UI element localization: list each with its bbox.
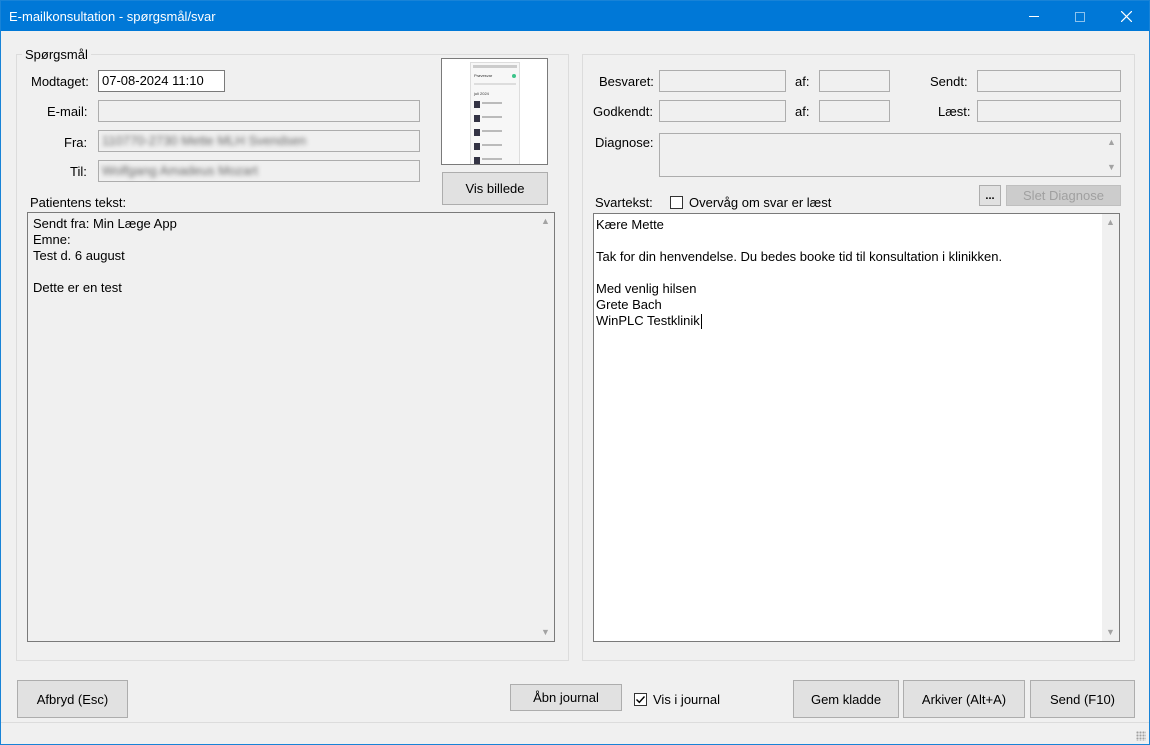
answered-label: Besvaret: bbox=[599, 74, 654, 89]
phone-screenshot: Prøvesvar juli 2024 bbox=[470, 62, 520, 164]
reply-text-line bbox=[596, 265, 1099, 281]
text-cursor bbox=[700, 313, 702, 329]
approved-by-label: af: bbox=[795, 104, 810, 119]
patient-text-line: Emne: bbox=[33, 232, 71, 247]
title-bar: E-mailkonsultation - spørgsmål/svar bbox=[1, 1, 1149, 31]
reply-text-scrollbar[interactable]: ▲ ▼ bbox=[1102, 214, 1119, 641]
scroll-down-icon[interactable]: ▼ bbox=[1102, 624, 1119, 641]
reply-label: Svartekst: bbox=[595, 195, 653, 210]
sent-field[interactable] bbox=[977, 70, 1121, 92]
diagnosis-field[interactable]: ▲ ▼ bbox=[659, 133, 1121, 177]
received-label: Modtaget: bbox=[31, 74, 89, 89]
diagnosis-scrollbar[interactable]: ▲ ▼ bbox=[1103, 134, 1120, 176]
checkmark-icon bbox=[636, 696, 646, 704]
status-bar bbox=[1, 722, 1149, 744]
resize-grip-icon[interactable] bbox=[1136, 731, 1146, 741]
approved-field[interactable] bbox=[659, 100, 786, 122]
scroll-down-icon[interactable]: ▼ bbox=[1103, 159, 1120, 176]
answered-by-label: af: bbox=[795, 74, 810, 89]
scroll-up-icon[interactable]: ▲ bbox=[537, 213, 554, 230]
archive-button[interactable]: Arkiver (Alt+A) bbox=[903, 680, 1025, 718]
close-icon bbox=[1120, 10, 1132, 23]
thumbnail-date: juli 2024 bbox=[474, 91, 489, 96]
delete-diagnosis-button[interactable]: Slet Diagnose bbox=[1006, 185, 1121, 206]
window-title: E-mailkonsultation - spørgsmål/svar bbox=[9, 9, 216, 24]
patient-text-area[interactable]: Sendt fra: Min Læge App Emne: Test d. 6 … bbox=[27, 212, 555, 642]
patient-text-line: Sendt fra: Min Læge App bbox=[33, 216, 177, 231]
scroll-up-icon[interactable]: ▲ bbox=[1102, 214, 1119, 231]
patient-text-label: Patientens tekst: bbox=[30, 195, 127, 210]
scroll-up-icon[interactable]: ▲ bbox=[1103, 134, 1120, 151]
save-draft-button[interactable]: Gem kladde bbox=[793, 680, 899, 718]
to-label: Til: bbox=[70, 164, 87, 179]
reply-text-line: Med venlig hilsen bbox=[596, 281, 697, 296]
patient-text-scrollbar[interactable]: ▲ ▼ bbox=[537, 213, 554, 641]
reply-text-line: Kære Mette bbox=[596, 217, 664, 232]
patient-text-line bbox=[33, 264, 534, 280]
to-field[interactable]: Wolfgang Amadeus Mozart bbox=[98, 160, 420, 182]
answered-field[interactable] bbox=[659, 70, 786, 92]
show-in-journal-checkbox[interactable] bbox=[634, 693, 647, 706]
from-value: 110770-2730 Mette MLH Svendsen bbox=[102, 133, 307, 148]
maximize-button[interactable] bbox=[1057, 1, 1103, 31]
email-field[interactable] bbox=[98, 100, 420, 122]
reply-text-content: Kære Mette Tak for din henvendelse. Du b… bbox=[596, 217, 1099, 329]
minimize-icon bbox=[1029, 16, 1039, 18]
open-journal-button[interactable]: Åbn journal bbox=[510, 684, 622, 711]
show-in-journal-label[interactable]: Vis i journal bbox=[653, 692, 720, 707]
thumbnail-heading: Prøvesvar bbox=[474, 73, 493, 78]
answered-by-field[interactable] bbox=[819, 70, 890, 92]
send-button[interactable]: Send (F10) bbox=[1030, 680, 1135, 718]
read-label: Læst: bbox=[938, 104, 971, 119]
reply-text-area[interactable]: Kære Mette Tak for din henvendelse. Du b… bbox=[593, 213, 1120, 642]
cancel-button[interactable]: Afbryd (Esc) bbox=[17, 680, 128, 718]
to-value: Wolfgang Amadeus Mozart bbox=[102, 163, 258, 178]
minimize-button[interactable] bbox=[1011, 1, 1057, 31]
patient-text-line: Test d. 6 august bbox=[33, 248, 125, 263]
reply-text-line: Grete Bach bbox=[596, 297, 662, 312]
question-group-title: Spørgsmål bbox=[22, 47, 91, 62]
read-field[interactable] bbox=[977, 100, 1121, 122]
patient-text-line: Dette er en test bbox=[33, 280, 122, 295]
approved-by-field[interactable] bbox=[819, 100, 890, 122]
attachment-thumbnail[interactable]: Prøvesvar juli 2024 bbox=[441, 58, 548, 165]
patient-text-content: Sendt fra: Min Læge App Emne: Test d. 6 … bbox=[33, 216, 534, 296]
approved-label: Godkendt: bbox=[593, 104, 653, 119]
monitor-read-label[interactable]: Overvåg om svar er læst bbox=[689, 195, 831, 210]
diagnosis-label: Diagnose: bbox=[595, 135, 654, 150]
maximize-icon bbox=[1075, 11, 1085, 22]
from-label: Fra: bbox=[64, 135, 88, 150]
reply-text-line: Tak for din henvendelse. Du bedes booke … bbox=[596, 249, 1003, 264]
sent-label: Sendt: bbox=[930, 74, 968, 89]
scroll-down-icon[interactable]: ▼ bbox=[537, 624, 554, 641]
more-options-button[interactable]: ... bbox=[979, 185, 1001, 206]
monitor-read-checkbox[interactable] bbox=[670, 196, 683, 209]
reply-text-line: WinPLC Testklinik bbox=[596, 313, 700, 328]
email-consultation-window: E-mailkonsultation - spørgsmål/svar Spør… bbox=[0, 0, 1150, 745]
received-field[interactable]: 07-08-2024 11:10 bbox=[98, 70, 225, 92]
reply-text-line bbox=[596, 233, 1099, 249]
email-label: E-mail: bbox=[47, 104, 88, 119]
close-button[interactable] bbox=[1103, 1, 1149, 31]
from-field[interactable]: 110770-2730 Mette MLH Svendsen bbox=[98, 130, 420, 152]
show-image-button[interactable]: Vis billede bbox=[442, 172, 548, 205]
